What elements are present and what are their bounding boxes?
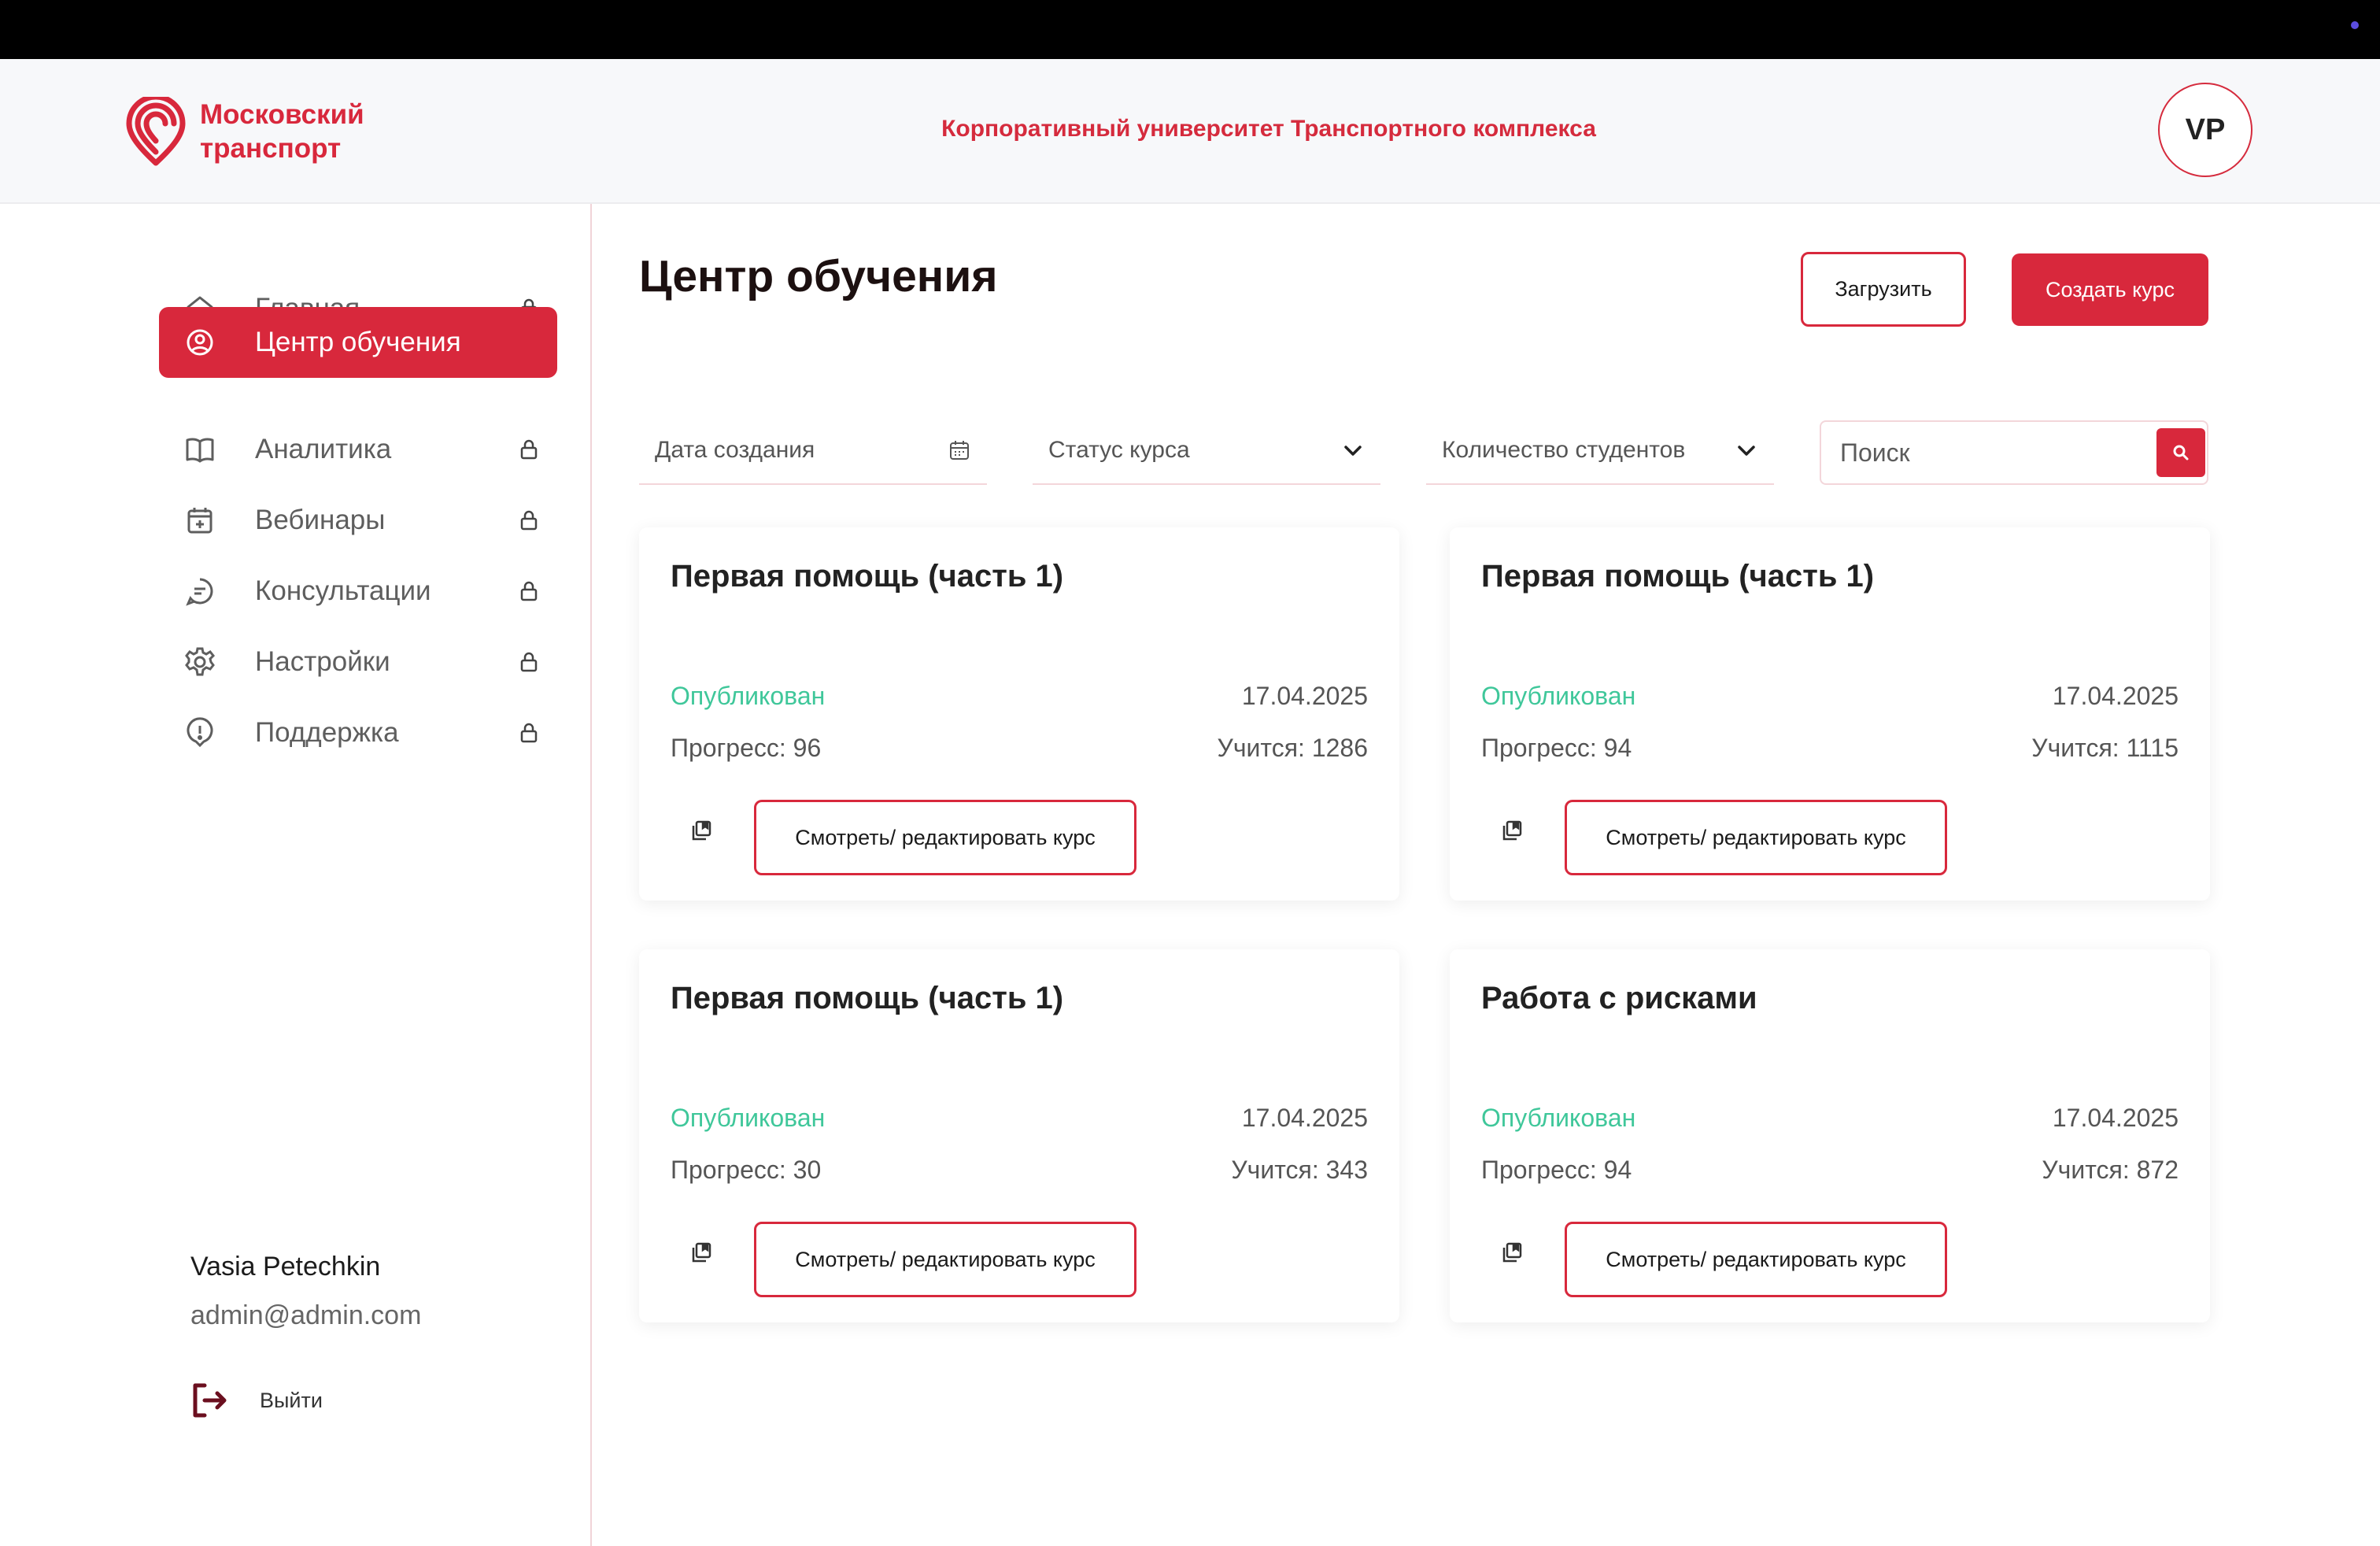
course-title: Первая помощь (часть 1) bbox=[671, 981, 1064, 1015]
students-count-filter[interactable]: Количество студентов bbox=[1426, 417, 1774, 485]
lock-icon bbox=[520, 652, 538, 672]
course-students: Учится: 343 bbox=[1231, 1156, 1368, 1184]
edit-course-button[interactable]: Смотреть/ редактировать курс bbox=[1565, 800, 1947, 875]
course-date: 17.04.2025 bbox=[1241, 682, 1368, 710]
course-card: Первая помощь (часть 1) Опубликован 17.0… bbox=[1450, 527, 2210, 901]
lock-icon bbox=[520, 510, 538, 531]
course-title: Первая помощь (часть 1) bbox=[1481, 559, 1875, 594]
page-title: Центр обучения bbox=[639, 251, 998, 301]
copy-icon[interactable] bbox=[689, 819, 713, 842]
date-created-filter[interactable]: Дата создания bbox=[639, 417, 987, 485]
sidebar-item-label: Поддержка bbox=[255, 717, 399, 748]
camera-indicator-dot bbox=[2351, 21, 2359, 29]
calendar-plus-icon bbox=[183, 503, 217, 538]
edit-course-button[interactable]: Смотреть/ редактировать курс bbox=[1565, 1222, 1947, 1297]
chevron-down-icon bbox=[1344, 446, 1362, 456]
search-button[interactable] bbox=[2156, 428, 2205, 477]
sidebar-item-support[interactable]: Поддержка bbox=[159, 697, 557, 768]
course-status: Опубликован bbox=[1481, 682, 1636, 710]
sidebar-item-webinars[interactable]: Вебинары bbox=[159, 485, 557, 556]
user-email: admin@admin.com bbox=[190, 1300, 422, 1330]
course-card: Работа с рисками Опубликован 17.04.2025 … bbox=[1450, 949, 2210, 1322]
course-title: Работа с рисками bbox=[1481, 981, 1757, 1015]
course-date: 17.04.2025 bbox=[2052, 1104, 2179, 1132]
course-date: 17.04.2025 bbox=[2052, 682, 2179, 710]
course-card: Первая помощь (часть 1) Опубликован 17.0… bbox=[639, 527, 1399, 901]
search-field[interactable]: Поиск bbox=[1820, 420, 2208, 485]
app-header: Московский транспорт Корпоративный униве… bbox=[0, 59, 2380, 204]
support-icon bbox=[183, 716, 217, 750]
copy-icon[interactable] bbox=[689, 1241, 713, 1264]
sidebar-item-consultations[interactable]: Консультации bbox=[159, 556, 557, 627]
course-progress: Прогресс: 94 bbox=[1481, 1156, 1632, 1184]
date-created-filter-label: Дата создания bbox=[655, 437, 815, 463]
course-students: Учится: 872 bbox=[2042, 1156, 2179, 1184]
sidebar-item-settings[interactable]: Настройки bbox=[159, 627, 557, 697]
user-name: Vasia Petechkin bbox=[190, 1252, 381, 1282]
copy-icon[interactable] bbox=[1500, 1241, 1524, 1264]
upload-button[interactable]: Загрузить bbox=[1801, 252, 1966, 327]
gear-icon bbox=[183, 645, 217, 679]
chat-bubble-icon bbox=[183, 574, 217, 608]
search-input[interactable]: Поиск bbox=[1840, 438, 2156, 468]
course-status: Опубликован bbox=[671, 682, 826, 710]
create-course-button[interactable]: Создать курс bbox=[2012, 253, 2208, 326]
sidebar: Главная Центр обучения Аналитика Вебинар… bbox=[0, 204, 592, 1546]
course-title: Первая помощь (часть 1) bbox=[671, 559, 1064, 594]
avatar[interactable]: VP bbox=[2158, 83, 2252, 177]
course-status: Опубликован bbox=[671, 1104, 826, 1132]
logout-button[interactable]: Выйти bbox=[190, 1381, 323, 1420]
header-title: Корпоративный университет Транспортного … bbox=[941, 116, 1596, 142]
logout-label: Выйти bbox=[260, 1388, 323, 1412]
students-count-filter-label: Количество студентов bbox=[1442, 437, 1686, 463]
sidebar-item-label: Аналитика bbox=[255, 434, 392, 464]
chevron-down-icon bbox=[1738, 446, 1755, 456]
course-status: Опубликован bbox=[1481, 1104, 1636, 1132]
edit-course-button[interactable]: Смотреть/ редактировать курс bbox=[754, 800, 1136, 875]
sidebar-item-label: Настройки bbox=[255, 646, 390, 677]
lock-icon bbox=[520, 723, 538, 743]
sidebar-item-analytics[interactable]: Аналитика bbox=[159, 414, 557, 485]
sidebar-item-label: Консультации bbox=[255, 575, 431, 606]
sidebar-item-label: Вебинары bbox=[255, 505, 386, 535]
course-progress: Прогресс: 30 bbox=[671, 1156, 822, 1184]
course-date: 17.04.2025 bbox=[1241, 1104, 1368, 1132]
course-status-filter[interactable]: Статус курса bbox=[1033, 417, 1380, 485]
sidebar-item-learning-center[interactable]: Центр обучения bbox=[159, 307, 557, 378]
course-students: Учится: 1286 bbox=[1217, 734, 1368, 762]
copy-icon[interactable] bbox=[1500, 819, 1524, 842]
user-circle-icon bbox=[183, 325, 217, 360]
course-students: Учится: 1115 bbox=[2031, 734, 2179, 762]
course-progress: Прогресс: 96 bbox=[671, 734, 822, 762]
lock-icon bbox=[520, 581, 538, 601]
course-progress: Прогресс: 94 bbox=[1481, 734, 1632, 762]
logout-icon bbox=[193, 1383, 227, 1418]
edit-course-button[interactable]: Смотреть/ редактировать курс bbox=[754, 1222, 1136, 1297]
course-card: Первая помощь (часть 1) Опубликован 17.0… bbox=[639, 949, 1399, 1322]
lock-icon bbox=[520, 439, 538, 460]
system-top-bar bbox=[0, 0, 2380, 59]
book-open-icon bbox=[183, 432, 217, 467]
calendar-icon bbox=[950, 441, 969, 460]
search-icon bbox=[2173, 445, 2189, 460]
sidebar-item-label: Центр обучения bbox=[255, 327, 461, 357]
course-status-filter-label: Статус курса bbox=[1048, 437, 1190, 463]
